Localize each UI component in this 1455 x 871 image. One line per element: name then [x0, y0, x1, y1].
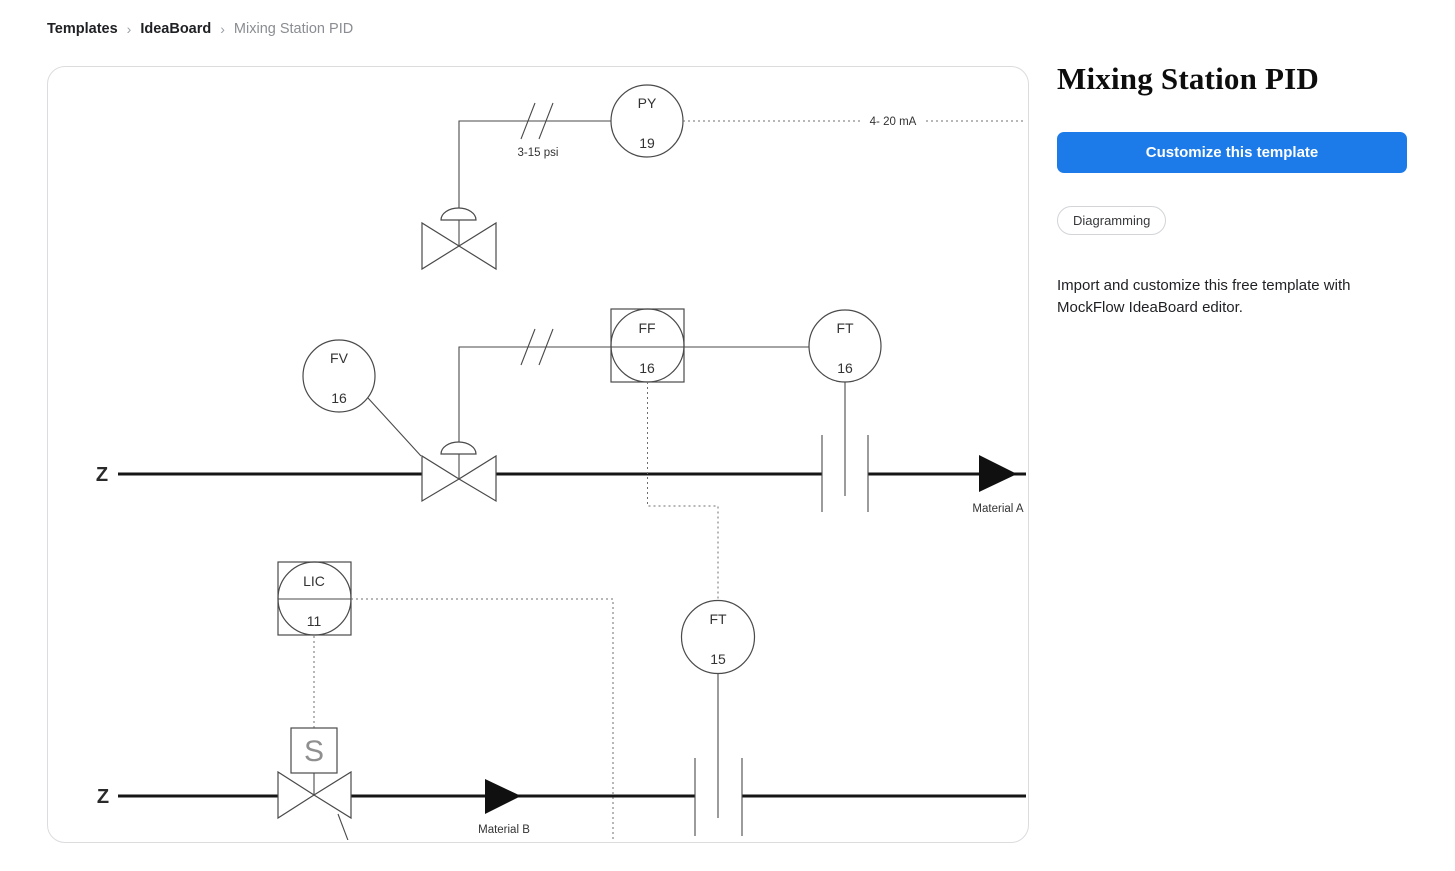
breadcrumb-item-ideaboard[interactable]: IdeaBoard [140, 21, 211, 37]
breadcrumb-item-current: Mixing Station PID [233, 21, 354, 37]
actuator-dome-icon [440, 441, 477, 455]
control-valve-bottom [277, 770, 352, 820]
tag-diagramming[interactable]: Diagramming [1057, 205, 1167, 235]
solenoid-letter: S [304, 735, 324, 768]
template-preview-canvas: 3-15 psi PY 19 4- 20 mA FV 16 FF 16 FT 1… [47, 66, 1029, 843]
material-b-label: Material B [478, 824, 530, 836]
instrument-tag: LIC [303, 573, 325, 589]
instrument-number: 11 [307, 613, 322, 629]
template-info-panel: Mixing Station PID Customize this templa… [1057, 60, 1407, 333]
instrument-number: 19 [639, 135, 655, 151]
pneumatic-range-label: 3-15 psi [518, 147, 559, 159]
chevron-right-icon: › [126, 21, 132, 37]
control-valve-mid [421, 441, 497, 503]
fv-leader-line [367, 397, 422, 457]
valve-body-left [421, 221, 461, 271]
instrument-bubble-py19: PY 19 [610, 84, 684, 158]
instrument-bubble-fv16: FV 16 [302, 339, 376, 413]
solenoid-box: S [290, 727, 338, 774]
material-a-label: Material A [972, 503, 1023, 515]
instrument-number: 16 [331, 390, 347, 406]
breadcrumb-item-templates[interactable]: Templates [47, 21, 118, 37]
instrument-number: 16 [639, 360, 655, 376]
valve-body-left [277, 770, 316, 820]
instrument-number: 15 [710, 651, 726, 667]
valve-body-right [457, 454, 497, 503]
breadcrumb: Templates › IdeaBoard › Mixing Station P… [47, 21, 353, 37]
instrument-bubble-ft16: FT 16 [808, 309, 882, 383]
flow-arrow-material-b [485, 779, 521, 814]
valve-body-right [312, 770, 352, 820]
instrument-tag: FV [330, 350, 349, 366]
valve-body-left [421, 454, 461, 503]
instrument-tag: PY [638, 95, 657, 111]
signal-link-ff-ft15 [647, 382, 719, 599]
pneumatic-signal-line-top [458, 120, 611, 209]
signal-link-lic-right [351, 598, 614, 840]
control-valve-top [421, 207, 497, 271]
valve-body-right [457, 221, 497, 271]
line-z-label-bottom: Z [97, 786, 109, 808]
page-title: Mixing Station PID [1057, 61, 1319, 96]
template-description: Import and customize this free template … [1057, 276, 1351, 316]
chevron-right-icon: › [220, 21, 225, 37]
instrument-number: 16 [837, 360, 853, 376]
instrument-bubble-lic11: LIC 11 [277, 561, 352, 636]
actuator-dome-icon [440, 207, 477, 221]
customize-template-button[interactable]: Customize this template [1057, 131, 1407, 173]
valve-leader-line [337, 813, 349, 840]
instrument-tag: FT [836, 320, 854, 336]
current-range-label: 4- 20 mA [870, 116, 917, 128]
instrument-bubble-ft15: FT 15 [680, 599, 756, 675]
instrument-tag: FT [709, 611, 727, 627]
flow-arrow-material-a [979, 455, 1017, 492]
line-z-label-top: Z [96, 464, 108, 486]
pid-diagram: 3-15 psi PY 19 4- 20 mA FV 16 FF 16 FT 1… [96, 84, 1026, 840]
instrument-tag: FF [638, 320, 655, 336]
